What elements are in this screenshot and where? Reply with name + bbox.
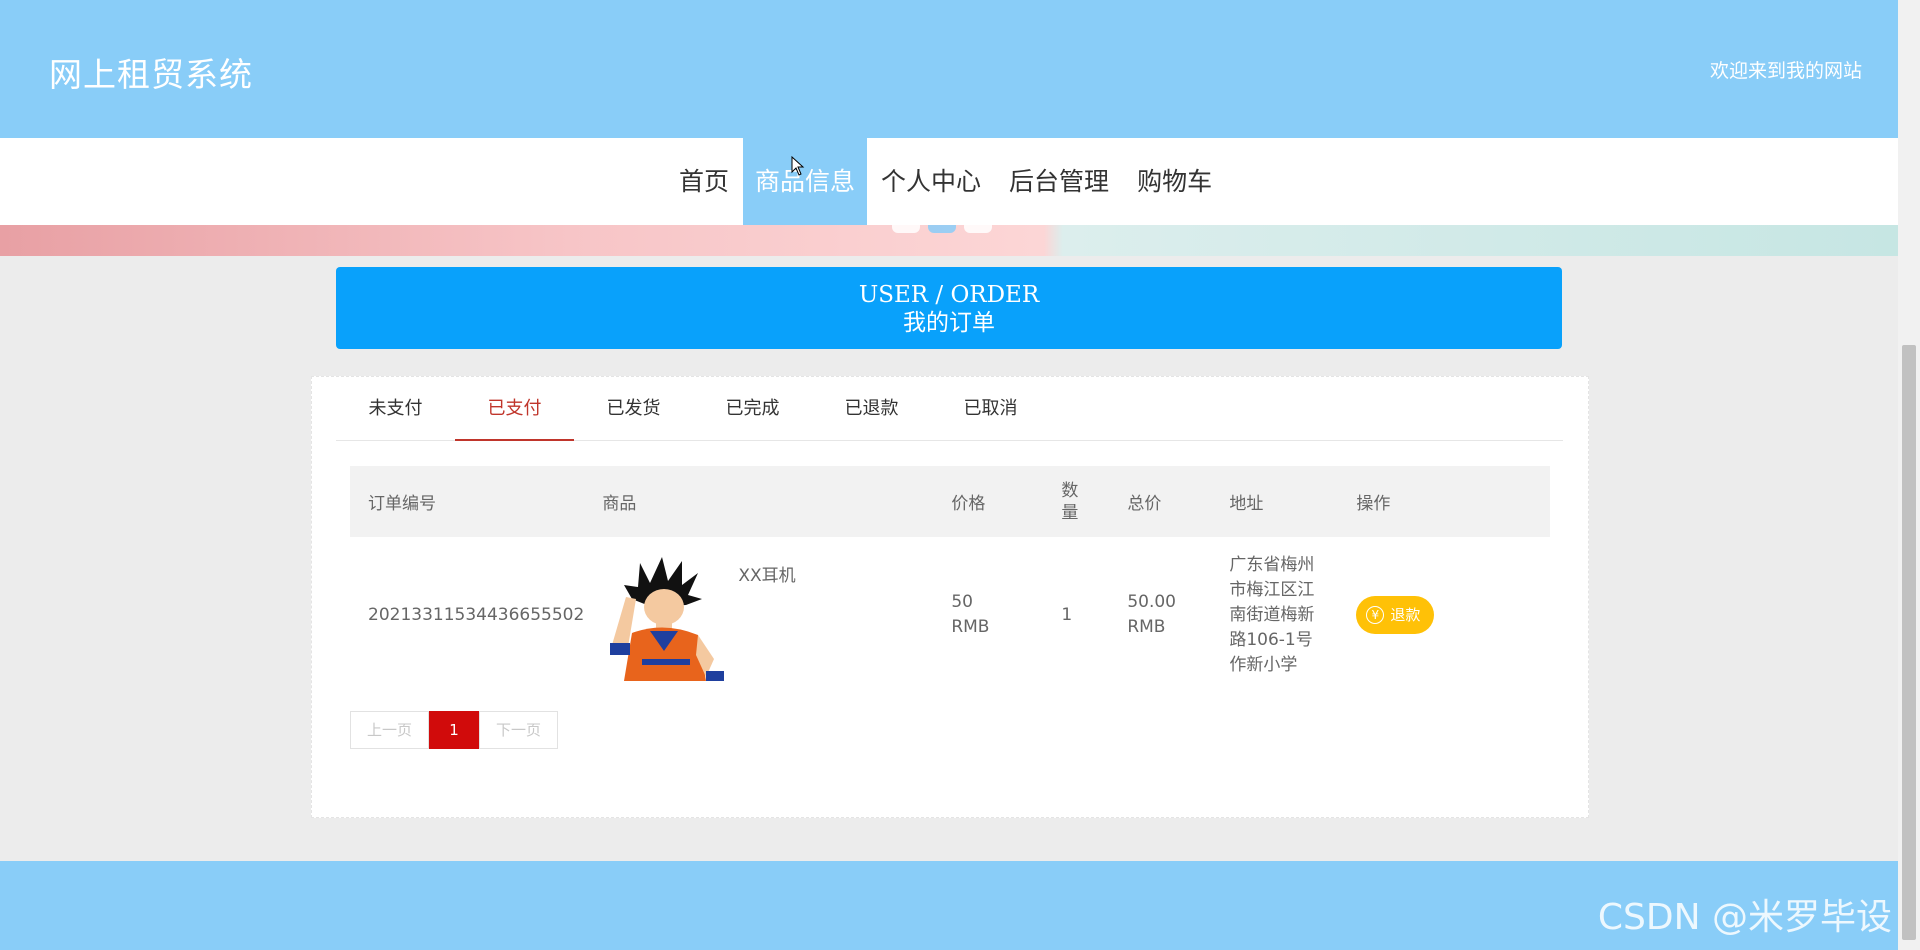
tab-cancelled[interactable]: 已取消 (931, 377, 1050, 440)
page-title-banner: USER / ORDER 我的订单 (336, 267, 1562, 349)
welcome-text: 欢迎来到我的网站 (1709, 60, 1862, 82)
nav-item-user-center[interactable]: 个人中心 (867, 138, 995, 225)
table-row: 20213311534436655502 XX耳机 50 RMB 1 50.00… (350, 537, 1550, 693)
next-page-button[interactable]: 下一页 (479, 711, 559, 749)
col-order-no: 订单编号 (350, 466, 585, 537)
order-status-tabs: 未支付 已支付 已发货 已完成 已退款 已取消 (336, 377, 1563, 441)
col-action: 操作 (1338, 466, 1550, 537)
price-value: 50 RMB (951, 592, 990, 637)
carousel-dot-active[interactable] (928, 225, 956, 233)
tab-shipped[interactable]: 已发货 (574, 377, 693, 440)
main-nav: 首页 商品信息 个人中心 后台管理 购物车 (0, 138, 1898, 225)
page-title-cn: 我的订单 (903, 310, 995, 336)
scrollbar-thumb[interactable] (1902, 345, 1916, 940)
carousel-indicators (892, 225, 992, 233)
carousel-dot[interactable] (964, 225, 992, 233)
carousel-dot[interactable] (892, 225, 920, 233)
prev-page-button[interactable]: 上一页 (350, 711, 430, 749)
orders-table: 订单编号 商品 价格 数量 总价 地址 操作 20213311534436655… (350, 466, 1550, 693)
nav-item-home[interactable]: 首页 (665, 138, 743, 225)
watermark: CSDN @米罗毕设 (1597, 897, 1892, 938)
col-total: 总价 (1109, 466, 1212, 537)
total-cell: 50.00 RMB (1109, 537, 1211, 693)
site-header: 网上租贸系统 欢迎来到我的网站 (0, 0, 1898, 138)
address-cell: 广东省梅州市梅江区江南街道梅新路106-1号作新小学 (1211, 537, 1338, 693)
col-quantity: 数量 (1043, 466, 1110, 537)
nav-item-products[interactable]: 商品信息 (743, 138, 868, 225)
nav-item-admin[interactable]: 后台管理 (995, 138, 1123, 225)
tab-unpaid[interactable]: 未支付 (336, 377, 455, 440)
yen-icon: ¥ (1366, 606, 1385, 624)
tab-refunded[interactable]: 已退款 (812, 377, 931, 440)
page-number-current[interactable]: 1 (429, 711, 480, 749)
col-price: 价格 (933, 466, 1044, 537)
page-scrollbar[interactable] (1898, 0, 1920, 950)
order-number: 20213311534436655502 (368, 604, 585, 625)
tab-completed[interactable]: 已完成 (693, 377, 812, 440)
goods-cell: XX耳机 (584, 537, 933, 693)
orders-panel: 未支付 已支付 已发货 已完成 已退款 已取消 订单编号 商品 价格 数量 总价… (311, 376, 1589, 818)
action-cell: ¥ 退款 (1338, 537, 1550, 693)
site-title[interactable]: 网上租贸系统 (49, 48, 253, 96)
goods-thumbnail[interactable] (602, 555, 725, 681)
price-cell: 50 RMB (933, 537, 1043, 693)
refund-button[interactable]: ¥ 退款 (1356, 596, 1435, 634)
col-address: 地址 (1211, 466, 1339, 537)
page-title-en: USER / ORDER (858, 282, 1040, 308)
col-goods: 商品 (584, 466, 934, 537)
goods-name[interactable]: XX耳机 (738, 564, 795, 589)
col-quantity-label: 数量 (1061, 480, 1079, 523)
refund-button-label: 退款 (1390, 605, 1421, 624)
mouse-cursor-icon (791, 155, 805, 180)
total-value: 50.00 RMB (1127, 592, 1176, 637)
nav-item-cart[interactable]: 购物车 (1123, 138, 1226, 225)
pagination: 上一页 1 下一页 (350, 711, 559, 749)
address-value: 广东省梅州市梅江区江南街道梅新路106-1号作新小学 (1229, 554, 1315, 675)
site-footer: CSDN @米罗毕设 (0, 861, 1898, 950)
quantity-value: 1 (1061, 604, 1073, 625)
tab-paid[interactable]: 已支付 (455, 377, 574, 441)
table-header-row: 订单编号 商品 价格 数量 总价 地址 操作 (350, 466, 1550, 537)
